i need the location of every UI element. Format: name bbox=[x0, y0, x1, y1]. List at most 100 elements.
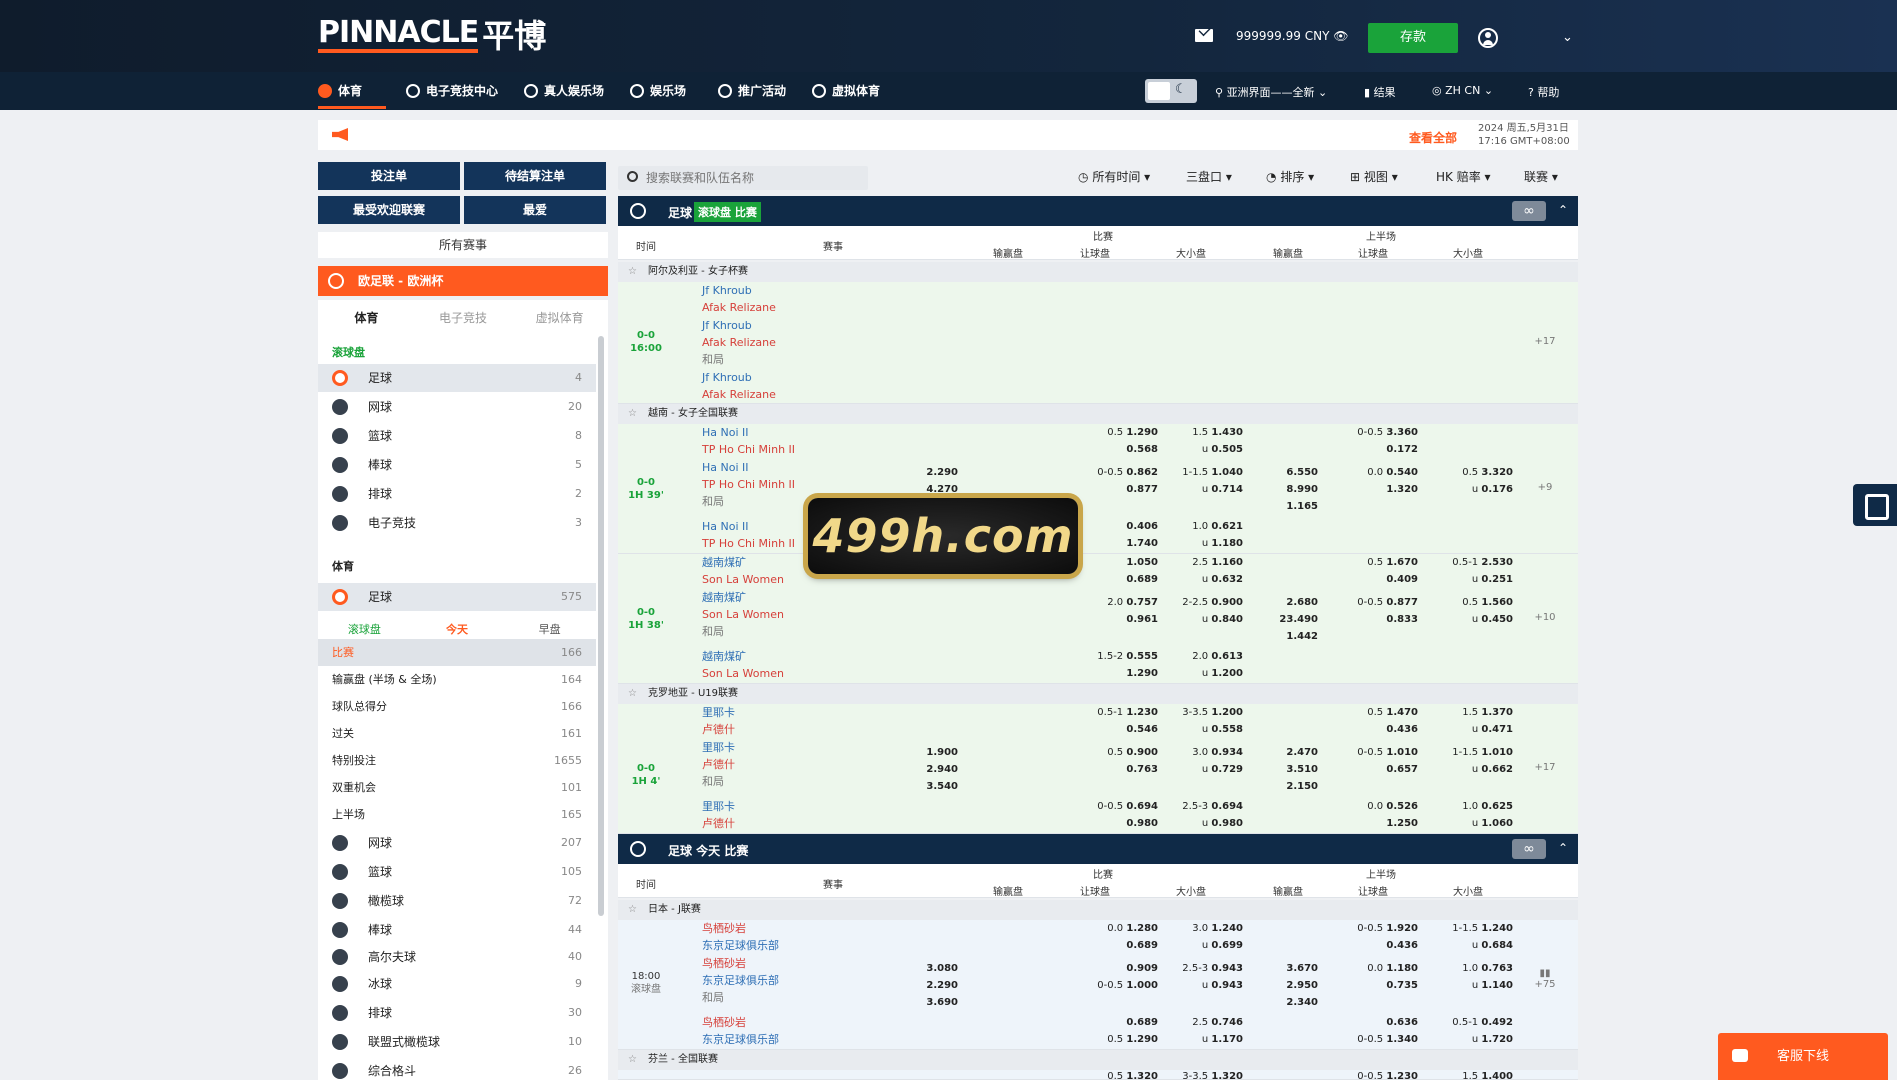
nav-esports[interactable]: 电子竞技中心 bbox=[406, 82, 498, 99]
balance-display[interactable]: 999999.99 CNY 👁 bbox=[1236, 29, 1348, 43]
odds-row[interactable]: 2.5 1.160 u 0.632 bbox=[1163, 554, 1243, 588]
match-teams[interactable]: Jf Khroub Afak Relizane bbox=[702, 282, 776, 316]
odds-value[interactable]: 0.632 bbox=[1211, 574, 1243, 585]
sport-rugby-league[interactable]: 联盟式橄榄球 10 bbox=[318, 1028, 596, 1056]
odds-value[interactable]: 23.490 bbox=[1279, 614, 1318, 625]
pinnacle-logo[interactable]: PINNACLE 平博 bbox=[318, 18, 546, 53]
nav-casino[interactable]: 娱乐场 bbox=[630, 82, 686, 99]
odds-value[interactable]: 0.546 bbox=[1126, 724, 1158, 735]
match-teams[interactable]: 鸟栖砂岩 东京足球俱乐部 和局 bbox=[702, 955, 779, 1006]
sidebar-scrollbar[interactable] bbox=[598, 336, 604, 916]
theme-toggle[interactable]: ☾ bbox=[1145, 79, 1197, 103]
odds-value[interactable]: 2.950 bbox=[1286, 980, 1318, 991]
odds-row[interactable]: 3.080 2.290 3.690 bbox=[888, 960, 958, 1011]
odds-value[interactable]: 0.980 bbox=[1126, 818, 1158, 829]
odds-row[interactable]: 2.0 0.613 u 1.200 bbox=[1163, 648, 1243, 682]
results-link[interactable]: ▮ 结果 bbox=[1364, 84, 1396, 100]
odds-row[interactable]: 2.5-3 0.694 u 0.980 bbox=[1163, 798, 1243, 832]
odds-value[interactable]: 1.160 bbox=[1211, 557, 1243, 568]
odds-value[interactable]: 0.540 bbox=[1386, 467, 1418, 478]
odds-value[interactable]: 0.877 bbox=[1386, 597, 1418, 608]
odds-value[interactable]: 1.180 bbox=[1211, 538, 1243, 549]
odds-value[interactable]: 6.550 bbox=[1286, 467, 1318, 478]
nav-live-casino[interactable]: 真人娱乐场 bbox=[524, 82, 604, 99]
odds-value[interactable]: 0.757 bbox=[1126, 597, 1158, 608]
popular-leagues-button[interactable]: 最受欢迎联赛 bbox=[318, 196, 460, 224]
odds-value[interactable]: 1.370 bbox=[1481, 707, 1513, 718]
odds-value[interactable]: 1.010 bbox=[1481, 747, 1513, 758]
betslip-button[interactable]: 投注单 bbox=[318, 162, 460, 190]
odds-value[interactable]: 1.170 bbox=[1211, 1034, 1243, 1045]
star-icon[interactable]: ☆ bbox=[628, 684, 637, 704]
eye-icon[interactable]: 👁 bbox=[1333, 29, 1348, 43]
star-icon[interactable]: ☆ bbox=[628, 404, 637, 424]
view-selector[interactable]: ⚲ 亚洲界面——全新 ⌄ bbox=[1215, 84, 1327, 100]
match-teams[interactable]: 鸟栖砂岩 东京足球俱乐部 bbox=[702, 920, 779, 954]
odds-row[interactable]: 2.5 0.746 u 1.170 bbox=[1163, 1014, 1243, 1048]
odds-row[interactable]: 2.470 3.510 2.150 bbox=[1218, 744, 1318, 795]
tab-esports[interactable]: 电子竞技 bbox=[415, 300, 512, 336]
odds-row[interactable]: 3.670 2.950 2.340 bbox=[1218, 960, 1318, 1011]
odds-value[interactable]: 0.406 bbox=[1126, 521, 1158, 532]
odds-row[interactable]: 1.5 1.400 bbox=[1418, 1070, 1513, 1079]
odds-row[interactable]: 2.290 4.270 bbox=[888, 464, 958, 498]
odds-value[interactable]: 3.690 bbox=[926, 997, 958, 1008]
odds-row[interactable]: 0-0.5 0.694 0.980 bbox=[968, 798, 1158, 832]
odds-value[interactable]: 1.320 bbox=[1211, 1071, 1243, 1079]
odds-row[interactable]: 0.5 1.670 0.409 bbox=[1318, 554, 1418, 588]
match-teams[interactable]: 里耶卡 卢德什 bbox=[702, 798, 735, 832]
more-markets-count[interactable]: +9 bbox=[1525, 482, 1565, 493]
odds-value[interactable]: 3.360 bbox=[1386, 427, 1418, 438]
star-icon[interactable]: ☆ bbox=[628, 1050, 637, 1070]
odds-value[interactable]: 0.471 bbox=[1481, 724, 1513, 735]
league-row[interactable]: ☆ 阿尔及利亚 - 女子杯赛 bbox=[618, 262, 1578, 282]
star-icon[interactable]: ☆ bbox=[628, 262, 637, 282]
odds-value[interactable]: 1.140 bbox=[1481, 980, 1513, 991]
odds-row[interactable]: 3.0 1.240 u 0.699 bbox=[1163, 920, 1243, 954]
featured-euro-link[interactable]: 欧足联 - 欧洲杯 bbox=[318, 266, 608, 296]
market-item[interactable]: 输赢盘 (半场 & 全场) 164 bbox=[318, 666, 596, 693]
language-selector[interactable]: ◎ ZH CN ⌄ bbox=[1432, 84, 1493, 97]
odds-value[interactable]: 2.150 bbox=[1286, 781, 1318, 792]
odds-row[interactable]: 0.5-1 2.530 u 0.251 bbox=[1418, 554, 1513, 588]
odds-row[interactable]: 0.636 0-0.5 1.340 bbox=[1318, 1014, 1418, 1048]
odds-value[interactable]: 0.657 bbox=[1386, 764, 1418, 775]
odds-value[interactable]: 1.720 bbox=[1481, 1034, 1513, 1045]
match-teams[interactable]: 里耶卡 卢德什 和局 bbox=[702, 739, 735, 790]
user-icon[interactable] bbox=[1478, 28, 1498, 48]
odds-value[interactable]: 0.636 bbox=[1386, 1017, 1418, 1028]
league-filter[interactable]: 联赛 ▾ bbox=[1524, 168, 1558, 185]
odds-value[interactable]: 2.290 bbox=[926, 467, 958, 478]
all-matches-link[interactable]: 所有赛事 bbox=[318, 232, 608, 258]
odds-value[interactable]: 1.180 bbox=[1386, 963, 1418, 974]
market-item[interactable]: 球队总得分 166 bbox=[318, 693, 596, 720]
odds-value[interactable]: 0.555 bbox=[1126, 651, 1158, 662]
odds-value[interactable]: 0.621 bbox=[1211, 521, 1243, 532]
match-teams[interactable]: 越南煤矿 Son La Women bbox=[702, 554, 784, 588]
odds-value[interactable]: 0.909 bbox=[1126, 963, 1158, 974]
pending-bets-button[interactable]: 待结算注单 bbox=[464, 162, 606, 190]
odds-value[interactable]: 2.940 bbox=[926, 764, 958, 775]
help-link[interactable]: ? 帮助 bbox=[1528, 84, 1559, 100]
odds-row[interactable]: 0.5 1.320 bbox=[968, 1070, 1158, 1079]
odds-value[interactable]: 1.240 bbox=[1211, 923, 1243, 934]
odds-value[interactable]: 2.680 bbox=[1286, 597, 1318, 608]
odds-row[interactable]: 1.900 2.940 3.540 bbox=[888, 744, 958, 795]
match-teams[interactable]: Jf Khroub Afak Relizane bbox=[702, 369, 776, 403]
market-item[interactable]: 过关 161 bbox=[318, 720, 596, 747]
odds-row[interactable]: 0-0.5 1.230 bbox=[1318, 1070, 1418, 1079]
live-sport-volleyball[interactable]: 排球 2 bbox=[318, 480, 596, 508]
odds-value[interactable]: 0.251 bbox=[1481, 574, 1513, 585]
odds-row[interactable]: 1.0 0.763 u 1.140 bbox=[1418, 960, 1513, 994]
live-section-header[interactable]: 足球 滚球盘 比赛 ∞ ⌃ bbox=[618, 196, 1578, 226]
nav-virtual[interactable]: 虚拟体育 bbox=[812, 82, 880, 99]
odds-value[interactable]: 0.450 bbox=[1481, 614, 1513, 625]
odds-row[interactable]: 0.0 1.280 0.689 bbox=[968, 920, 1158, 954]
odds-value[interactable]: 1.442 bbox=[1286, 631, 1318, 642]
odds-value[interactable]: 1.290 bbox=[1126, 1034, 1158, 1045]
odds-value[interactable]: 2.290 bbox=[926, 980, 958, 991]
mail-icon[interactable] bbox=[1195, 29, 1213, 42]
odds-value[interactable]: 1.430 bbox=[1211, 427, 1243, 438]
odds-value[interactable]: 0.684 bbox=[1481, 940, 1513, 951]
odds-value[interactable]: 1.900 bbox=[926, 747, 958, 758]
